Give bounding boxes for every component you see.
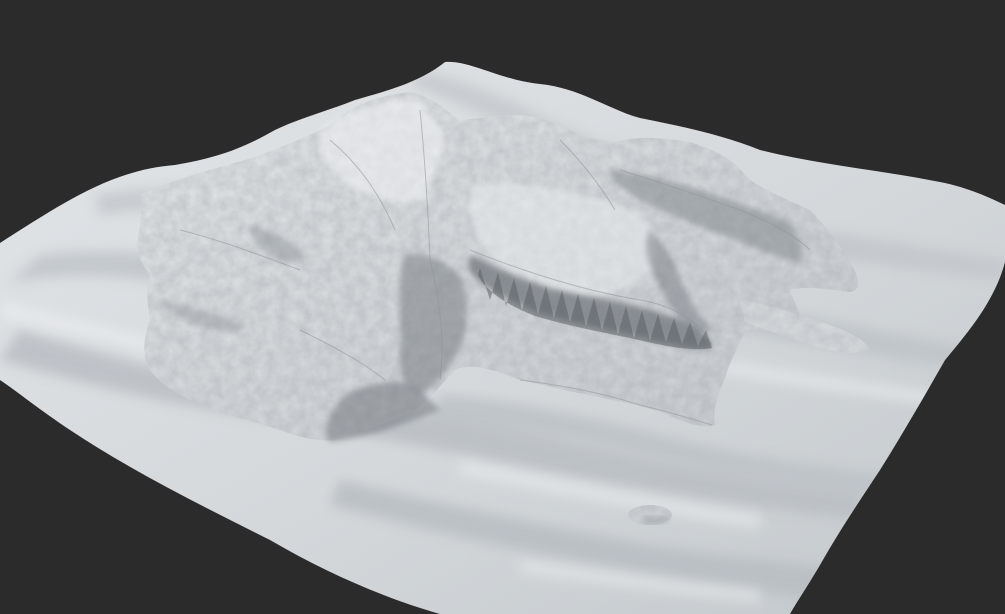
- render-viewport: [0, 0, 1005, 614]
- terrain-scene: [0, 0, 1005, 614]
- rock-outcrop: [628, 505, 672, 525]
